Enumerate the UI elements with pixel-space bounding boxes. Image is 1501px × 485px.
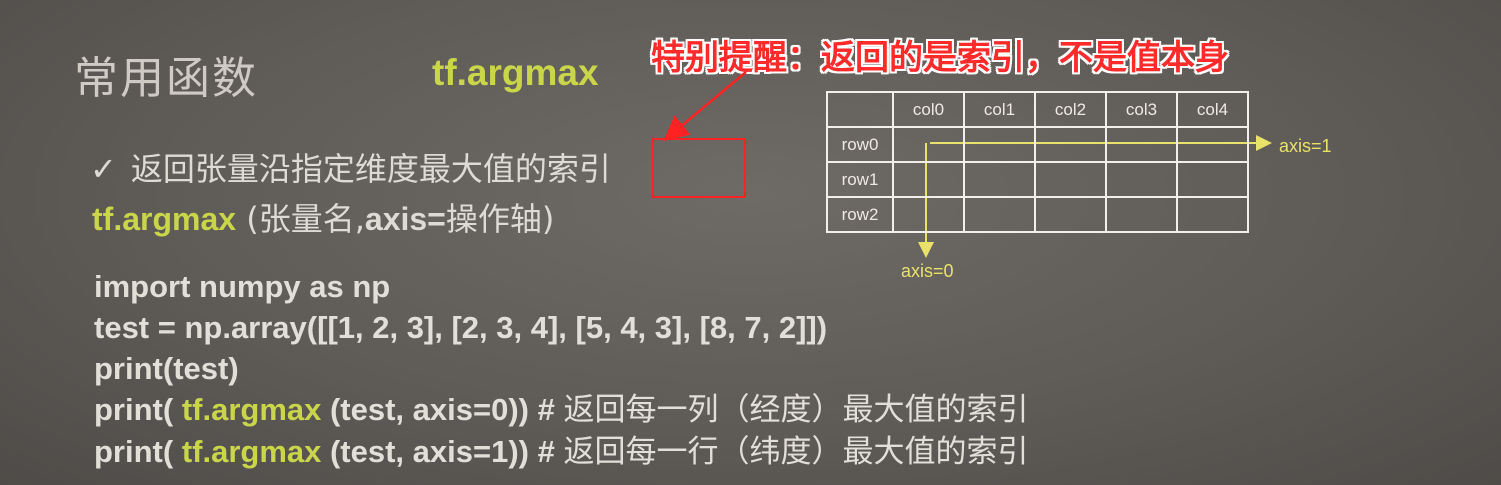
code-line: print( tf.argmax (test, axis=1)) # 返回每一行… (94, 431, 1028, 473)
column-header: col0 (892, 91, 965, 128)
code-token: (test, axis=0)) # (321, 392, 564, 427)
table-header-row: col0 col1 col2 col3 col4 (826, 91, 1249, 128)
column-header: col4 (1176, 91, 1249, 128)
table-cell (1105, 161, 1178, 198)
table-cell (1034, 126, 1107, 163)
row-header: row1 (826, 161, 894, 198)
table-cell (892, 126, 965, 163)
bullet-highlight-text: 索引 (546, 150, 611, 188)
table-cell (963, 126, 1036, 163)
syntax-close: ) (541, 200, 555, 238)
axis1-label: axis=1 (1279, 136, 1332, 156)
table-cell (963, 161, 1036, 198)
row-header: row0 (826, 126, 894, 163)
table-cell (1176, 196, 1249, 233)
code-token: print( (94, 392, 182, 427)
table-cell (1176, 161, 1249, 198)
table-cell (1105, 126, 1178, 163)
code-line: import numpy as np (94, 269, 391, 304)
code-comment: 返回每一行（纬度）最大值的索引 (563, 434, 1029, 470)
column-header: col2 (1034, 91, 1107, 128)
table-row: row0 (826, 126, 1249, 163)
syntax-axis-desc: 操作轴 (445, 200, 542, 238)
code-line: print(test) (94, 351, 239, 386)
syntax-axis-keyword: axis= (364, 201, 446, 237)
slide-title: 常用函数 (74, 53, 258, 104)
code-line: print( tf.argmax (test, axis=0)) # 返回每一列… (94, 389, 1028, 431)
function-name-heading: tf.argmax (432, 52, 599, 93)
code-block: import numpy as np test = np.array([[1, … (94, 266, 1028, 473)
bullet-text: 返回张量沿指定维度最大值的 (130, 150, 547, 188)
table-row: row1 (826, 161, 1249, 198)
table-cell (1034, 161, 1107, 198)
annotation-note: 特别提醒：返回的是索引，不是值本身 (651, 38, 1229, 78)
code-comment: 返回每一列（经度）最大值的索引 (563, 392, 1029, 428)
table-cell (892, 161, 965, 198)
column-header: col3 (1105, 91, 1178, 128)
syntax-function: tf.argmax (92, 201, 237, 237)
column-header: col1 (963, 91, 1036, 128)
table-corner-cell (826, 91, 894, 128)
code-function: tf.argmax (181, 392, 322, 427)
axis0-label: axis=0 (901, 261, 954, 281)
table-cell (1176, 126, 1249, 163)
axis-diagram-table: col0 col1 col2 col3 col4 row0 row1 row2 (826, 91, 1249, 233)
code-token: print( (94, 434, 182, 469)
code-line: test = np.array([[1, 2, 3], [2, 3, 4], [… (94, 310, 828, 345)
table-row: row2 (826, 196, 1249, 233)
check-icon: ✓ (90, 150, 117, 188)
code-function: tf.argmax (181, 434, 322, 469)
table-cell (963, 196, 1036, 233)
table-cell (1105, 196, 1178, 233)
table-cell (892, 196, 965, 233)
highlight-box (652, 138, 746, 198)
bullet-description: ✓ 返回张量沿指定维度最大值的索引 (90, 144, 611, 190)
syntax-line: tf.argmax (张量名,axis=操作轴) (92, 194, 554, 240)
syntax-args: (张量名, (236, 200, 365, 238)
code-token: (test, axis=1)) # (321, 434, 564, 469)
row-header: row2 (826, 196, 894, 233)
table-cell (1034, 196, 1107, 233)
